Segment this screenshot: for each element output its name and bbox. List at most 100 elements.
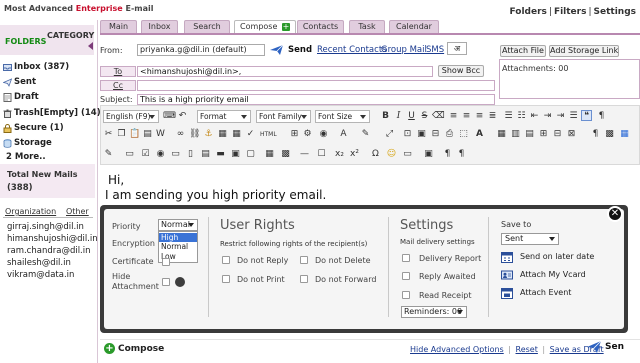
block-icon[interactable]: ▩ xyxy=(604,129,615,140)
bold-icon[interactable]: B xyxy=(380,111,391,122)
cc-field[interactable] xyxy=(137,80,495,91)
tab-calendar[interactable]: Calendar xyxy=(389,20,439,33)
priority-select[interactable]: Normal xyxy=(158,219,198,231)
cut-icon[interactable]: ✂ xyxy=(103,129,114,140)
category-title[interactable]: CATEGORY xyxy=(47,31,94,40)
preview-icon[interactable]: ⊟ xyxy=(430,129,441,140)
row-insert-icon[interactable]: ▥ xyxy=(510,129,521,140)
contact-item[interactable]: himanshujoshi@dil.in xyxy=(7,234,98,244)
contact-item[interactable]: shailesh@dil.in xyxy=(7,258,71,268)
show-bcc-button[interactable]: Show Bcc xyxy=(438,65,484,77)
settings-link[interactable]: Settings xyxy=(594,7,636,17)
save-to-select[interactable]: Sent xyxy=(501,233,559,245)
attach-vcard-action[interactable]: Attach My Vcard xyxy=(501,268,586,281)
column-insert-icon[interactable]: ▤ xyxy=(524,129,535,140)
folder-secure[interactable]: Secure (1) xyxy=(3,121,64,135)
textfield-tool-icon[interactable]: ▭ xyxy=(170,149,181,160)
close-icon[interactable]: ✕ xyxy=(607,206,623,222)
reminders-select[interactable]: Reminders: 00 xyxy=(401,306,467,318)
folder-storage[interactable]: Storage xyxy=(3,136,52,150)
folder-inbox[interactable]: Inbox (387) xyxy=(3,60,69,74)
button-tool-icon[interactable]: ▬ xyxy=(215,149,226,160)
subscript-icon[interactable]: x₂ xyxy=(334,149,345,160)
form-icon[interactable]: ▭ xyxy=(124,149,135,160)
underline-icon[interactable]: U xyxy=(406,111,417,122)
special-char-icon[interactable]: Ω xyxy=(370,149,381,160)
select-all-icon[interactable]: ⬚ xyxy=(458,129,469,140)
superscript-icon[interactable]: x² xyxy=(349,149,360,160)
maximize-icon[interactable]: ⤢ xyxy=(384,129,395,140)
outdent-icon[interactable]: ⇤ xyxy=(529,111,540,122)
language-select[interactable]: English (F9) xyxy=(103,110,159,123)
paste-icon[interactable]: 📋 xyxy=(129,129,140,140)
align-center-icon[interactable]: ≡ xyxy=(461,111,472,122)
hide-attachment-checkbox[interactable] xyxy=(162,278,170,286)
hidden-field-tool-icon[interactable]: ▢ xyxy=(245,149,256,160)
spellcheck-icon[interactable]: ✓ xyxy=(245,129,256,140)
recent-contacts-link[interactable]: Recent Contacts xyxy=(317,45,387,55)
priority-option-normal[interactable]: Normal xyxy=(159,242,197,251)
ltr-icon[interactable]: ¶ xyxy=(442,149,453,160)
attach-event-action[interactable]: Attach Event xyxy=(501,286,571,299)
attach-file-button[interactable]: Attach File xyxy=(500,45,546,57)
grid-tool-icon[interactable]: ▦ xyxy=(264,149,275,160)
textarea-tool-icon[interactable]: ▯ xyxy=(185,149,196,160)
font-size-select[interactable]: Font Size xyxy=(315,110,370,123)
collapse-arrow-icon[interactable] xyxy=(88,42,93,50)
reply-awaited-checkbox[interactable] xyxy=(402,272,410,280)
iframe-icon[interactable]: ▣ xyxy=(423,149,434,160)
justify-icon[interactable]: ≣ xyxy=(487,111,498,122)
certificate-checkbox[interactable] xyxy=(162,258,170,266)
rtl-text-icon[interactable]: ¶ xyxy=(456,149,467,160)
radio-tool-icon[interactable]: ◉ xyxy=(155,149,166,160)
html-source-icon[interactable]: HTML xyxy=(260,129,277,140)
do-not-print-checkbox[interactable] xyxy=(222,275,230,283)
undo-icon[interactable]: ↶ xyxy=(177,111,188,122)
paste-text-icon[interactable]: ▤ xyxy=(142,129,153,140)
tab-contacts[interactable]: Contacts xyxy=(297,20,344,33)
compose-button[interactable]: + Compose xyxy=(104,343,164,354)
do-not-delete-checkbox[interactable] xyxy=(300,256,308,264)
image-button-tool-icon[interactable]: ▣ xyxy=(230,149,241,160)
link-icon[interactable]: ∞ xyxy=(175,129,186,140)
tab-inbox[interactable]: Inbox xyxy=(141,20,178,33)
tab-search[interactable]: Search xyxy=(184,20,230,33)
smiley-icon[interactable]: ☺ xyxy=(386,149,397,160)
horizontal-rule-icon[interactable]: — xyxy=(299,149,310,160)
do-not-reply-checkbox[interactable] xyxy=(222,256,230,264)
image-tool-icon[interactable]: ▩ xyxy=(280,149,291,160)
find-icon[interactable]: ⊞ xyxy=(289,129,300,140)
group-mail-link[interactable]: Group Mail xyxy=(381,45,427,55)
reset-link[interactable]: Reset xyxy=(516,345,538,354)
anchor-icon[interactable]: ⚓ xyxy=(203,129,214,140)
to-button[interactable]: To xyxy=(100,66,136,77)
language-toggle-button[interactable]: अ xyxy=(447,42,467,55)
cell-merge-icon[interactable]: ⊞ xyxy=(538,129,549,140)
folder-sent[interactable]: Sent xyxy=(3,75,36,89)
table-insert-icon[interactable]: ▦ xyxy=(496,129,507,140)
sms-link[interactable]: SMS xyxy=(426,45,444,55)
add-storage-link-button[interactable]: Add Storage Link xyxy=(549,45,619,57)
text-color-icon[interactable]: A xyxy=(338,129,349,140)
to-field[interactable]: <himanshujoshi@dil.in>, xyxy=(137,66,433,77)
smiley-tool-icon[interactable]: ☐ xyxy=(316,149,327,160)
filters-link[interactable]: Filters xyxy=(554,7,587,17)
help-icon[interactable]: ▦ xyxy=(619,129,630,140)
align-left-icon[interactable]: ≡ xyxy=(448,111,459,122)
subject-field[interactable]: This is a high priority email xyxy=(137,94,495,105)
table-icon[interactable]: ▦ xyxy=(231,129,242,140)
folder-trash[interactable]: Trash[Empty] (14) xyxy=(3,106,101,120)
format-painter-icon[interactable]: A xyxy=(474,129,485,140)
indent-icon[interactable]: ⇥ xyxy=(542,111,553,122)
other-tab[interactable]: Other xyxy=(66,207,89,216)
paragraph-icon[interactable]: ¶ xyxy=(590,129,601,140)
format-select[interactable]: Format xyxy=(197,110,251,123)
more-folders-link[interactable]: 2 More.. xyxy=(6,152,46,162)
align-right-icon[interactable]: ≡ xyxy=(474,111,485,122)
priority-option-high[interactable]: High xyxy=(159,233,197,242)
contact-item[interactable]: vikram@data.in xyxy=(7,270,74,280)
tab-compose[interactable]: Compose + xyxy=(234,20,296,33)
folder-draft[interactable]: Draft xyxy=(3,90,39,104)
edit-icon[interactable]: ✎ xyxy=(103,149,114,160)
replace-icon[interactable]: ⚙ xyxy=(302,129,313,140)
